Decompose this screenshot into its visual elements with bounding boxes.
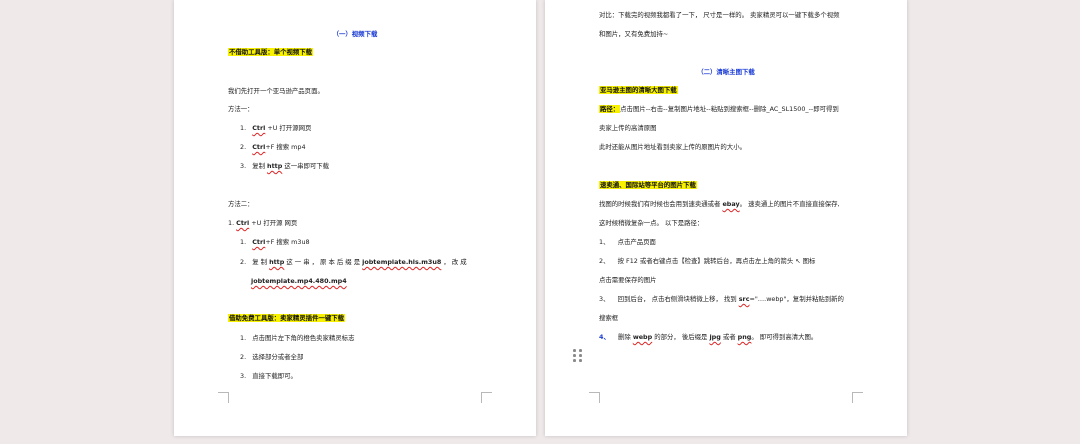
method1-step-2: 2. Ctrl+F 搜索 mp4 — [240, 143, 306, 151]
method1-step-1: 1. Ctrl +U 打开源网页 — [240, 124, 312, 132]
highlight-heading-plugin: 借助免费工具版：卖家精灵插件一键下载 — [228, 314, 346, 322]
heading-aliexpress: 速卖通、国际站等平台的图片下载 — [599, 181, 697, 190]
plugin-step-2: 2. 选择部分或者全部 — [240, 353, 304, 361]
heading-plugin-download: 借助免费工具版：卖家精灵插件一键下载 — [228, 314, 346, 323]
aliexpress-text-2: 这时候稍微复杂一点。 以下是路径： — [599, 219, 704, 227]
aliexpress-text-1: 找图的时候我们有时候也会用到速卖通或者 ebay。 速卖通上的图片不直接直接保存… — [599, 200, 840, 208]
path-line: 路径：点击图片--右击--复制图片地址--粘贴到搜索框--删除_AC_SL150… — [599, 105, 839, 113]
page-corner-mark-left — [589, 392, 600, 403]
drag-handle-icon[interactable] — [573, 349, 583, 363]
path-line-cont: 卖家上传的高清原图 — [599, 124, 657, 132]
document-page-right: 对比：下载完的视频我都看了一下， 尺寸是一样的。 卖家精灵可以一键下载多个视频 … — [545, 0, 907, 436]
highlight-heading-single-video: 不借助工具版：单个视频下载 — [228, 48, 314, 56]
method2-first-line: 1. Ctrl +U 打开源 网页 — [228, 219, 298, 227]
method2-step-2-cont: jobtemplate.mp4.480.mp4 — [251, 277, 347, 285]
plugin-step-3: 3. 直接下载即可。 — [240, 372, 297, 380]
highlight-heading-main-image: 亚马逊主图的清晰大图下载 — [599, 86, 678, 94]
page-corner-mark-right — [852, 392, 863, 403]
plugin-step-1: 1. 点击图片左下角的橙色卖家精灵标志 — [240, 334, 355, 342]
section-title-video: （一）视频下载 — [332, 30, 378, 38]
path-note: 此时还能从图片地址看到卖家上传的原图片的大小。 — [599, 143, 746, 151]
comparison-line-1: 对比：下载完的视频我都看了一下， 尺寸是一样的。 卖家精灵可以一键下载多个视频 — [599, 11, 840, 19]
method2-step-1: 1. Ctrl+F 搜索 m3u8 — [240, 238, 310, 246]
page-corner-mark-left — [218, 392, 229, 403]
comparison-line-2: 和图片，又有免费加持~ — [599, 30, 669, 38]
aliexpress-step-2: 2、 按 F12 或者右键点击【检查】跳转后台，再点击左上角的箭头 ↖ 图标 — [599, 257, 816, 265]
aliexpress-step-3-cont: 搜索框 — [599, 314, 619, 322]
method2-step-2: 2. 复 制 http 这 一 串 ， 原 本 后 缀 是 jobtemplat… — [240, 258, 467, 266]
highlight-heading-aliexpress: 速卖通、国际站等平台的图片下载 — [599, 181, 697, 189]
section-title-image: （二）清晰主图下载 — [697, 68, 755, 76]
aliexpress-step-1: 1、 点击产品页面 — [599, 238, 656, 246]
aliexpress-step-2-cont: 点击需要保存的图片 — [599, 276, 657, 284]
intro-paragraph: 我们先打开一个亚马逊产品页面。 — [228, 87, 324, 95]
document-page-left: （一）视频下载 不借助工具版：单个视频下载 我们先打开一个亚马逊产品页面。 方法… — [174, 0, 536, 436]
page-corner-mark-right — [481, 392, 492, 403]
aliexpress-step-3: 3、 回到后台， 点击右侧滑块稍微上移， 找到 src="….webp"，复制并… — [599, 295, 844, 303]
method1-label: 方法一： — [228, 105, 254, 113]
method1-step-3: 3. 复制 http 这一串即可下载 — [240, 162, 330, 170]
method2-label: 方法二： — [228, 200, 254, 208]
aliexpress-step-4: 4、 删除 webp 的部分， 後后缀是 jpg 或者 png。 即可得到高清大… — [599, 333, 818, 341]
heading-single-video: 不借助工具版：单个视频下载 — [228, 48, 314, 57]
heading-main-image: 亚马逊主图的清晰大图下载 — [599, 86, 678, 95]
